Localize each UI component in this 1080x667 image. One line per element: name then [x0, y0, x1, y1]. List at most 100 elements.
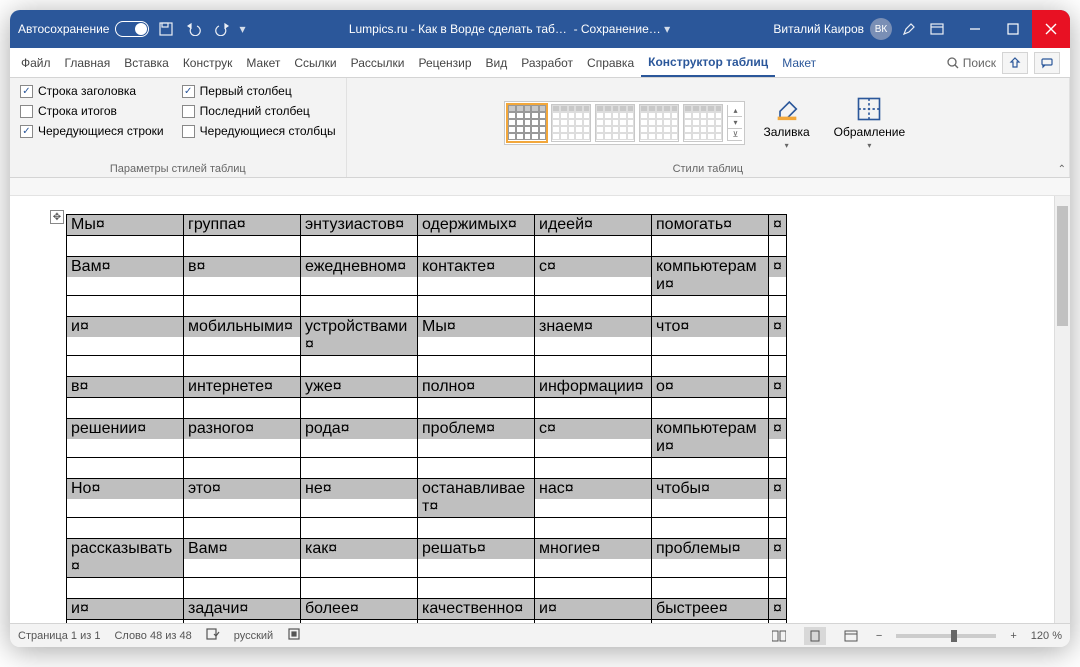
table-cell[interactable] — [184, 356, 300, 376]
chk-total-row[interactable]: Строка итогов — [20, 104, 164, 118]
tab-table-design[interactable]: Конструктор таблиц — [641, 48, 775, 77]
gallery-more-icon[interactable]: ⊻ — [728, 129, 742, 141]
table-cell[interactable]: не¤ — [301, 479, 417, 499]
table-cell[interactable] — [769, 296, 786, 316]
table-cell[interactable] — [418, 236, 534, 256]
chk-header-row[interactable]: ✓Строка заголовка — [20, 84, 164, 98]
tab-view[interactable]: Вид — [479, 48, 515, 77]
table-cell[interactable]: нас¤ — [535, 479, 651, 499]
table-cell[interactable] — [769, 458, 786, 478]
table-cell[interactable] — [301, 578, 417, 598]
table-cell[interactable]: с¤ — [535, 419, 651, 439]
table-cell[interactable]: ¤ — [769, 599, 786, 619]
borders-button[interactable]: Обрамление ▾ — [828, 91, 911, 154]
table-cell[interactable] — [67, 296, 183, 316]
table-cell[interactable] — [769, 518, 786, 538]
status-words[interactable]: Слово 48 из 48 — [114, 630, 191, 642]
tab-insert[interactable]: Вставка — [117, 48, 176, 77]
table-cell[interactable]: знаем¤ — [535, 317, 651, 337]
vertical-scrollbar[interactable] — [1054, 196, 1070, 623]
table-cell[interactable] — [184, 236, 300, 256]
table-cell[interactable] — [535, 356, 651, 376]
table-cell[interactable]: информации¤ — [535, 377, 651, 397]
table-cell[interactable]: качественно¤ — [418, 599, 534, 619]
tab-table-layout[interactable]: Макет — [775, 48, 823, 77]
table-cell[interactable] — [652, 296, 768, 316]
table-cell[interactable] — [67, 620, 183, 623]
style-thumb-2[interactable] — [551, 104, 591, 142]
table-cell[interactable]: Но¤ — [67, 479, 183, 499]
collapse-ribbon-icon[interactable]: ⌃ — [1058, 164, 1066, 175]
zoom-slider[interactable] — [896, 634, 996, 638]
table-cell[interactable] — [184, 398, 300, 418]
table-cell[interactable]: одержимых¤ — [418, 215, 534, 235]
table-cell[interactable] — [67, 458, 183, 478]
table-cell[interactable] — [652, 398, 768, 418]
zoom-in-icon[interactable]: + — [1010, 630, 1016, 642]
table-cell[interactable] — [418, 398, 534, 418]
table-cell[interactable]: компьютерами¤ — [652, 419, 768, 457]
style-thumb-1[interactable] — [507, 104, 547, 142]
table-cell[interactable] — [535, 398, 651, 418]
table-cell[interactable] — [301, 236, 417, 256]
redo-icon[interactable] — [211, 18, 233, 40]
table-cell[interactable]: Мы¤ — [418, 317, 534, 337]
ribbon-mode-icon[interactable] — [926, 18, 948, 40]
table-cell[interactable]: ¤ — [769, 317, 786, 337]
pen-icon[interactable] — [898, 18, 920, 40]
table-cell[interactable] — [652, 518, 768, 538]
tab-mail[interactable]: Рассылки — [344, 48, 412, 77]
search-box[interactable]: Поиск — [947, 56, 996, 70]
table-cell[interactable] — [184, 578, 300, 598]
close-button[interactable] — [1032, 10, 1070, 48]
status-page[interactable]: Страница 1 из 1 — [18, 630, 100, 642]
table-cell[interactable]: быстрее¤ — [652, 599, 768, 619]
table-cell[interactable] — [184, 620, 300, 623]
status-lang[interactable]: русский — [234, 630, 273, 642]
gallery-up-icon[interactable]: ▴ — [728, 105, 742, 117]
table-cell[interactable] — [535, 620, 651, 623]
table-cell[interactable]: что¤ — [652, 317, 768, 337]
tab-layout[interactable]: Макет — [239, 48, 287, 77]
table-cell[interactable] — [652, 236, 768, 256]
user-name[interactable]: Виталий Каиров — [773, 22, 864, 36]
table-cell[interactable]: помогать¤ — [652, 215, 768, 235]
table-cell[interactable] — [67, 236, 183, 256]
table-cell[interactable] — [418, 296, 534, 316]
table-cell[interactable]: в¤ — [67, 377, 183, 397]
table-cell[interactable] — [769, 398, 786, 418]
table-cell[interactable]: останавливает¤ — [418, 479, 534, 517]
table-cell[interactable]: проблем¤ — [418, 419, 534, 439]
style-thumb-4[interactable] — [639, 104, 679, 142]
table-cell[interactable]: с¤ — [535, 257, 651, 277]
table-cell[interactable]: энтузиастов¤ — [301, 215, 417, 235]
table-cell[interactable] — [652, 458, 768, 478]
spellcheck-icon[interactable] — [206, 627, 220, 644]
table-cell[interactable] — [418, 620, 534, 623]
gallery-down-icon[interactable]: ▾ — [728, 117, 742, 129]
undo-icon[interactable] — [183, 18, 205, 40]
table-cell[interactable]: решать¤ — [418, 539, 534, 559]
zoom-value[interactable]: 120 % — [1031, 630, 1062, 642]
table-cell[interactable]: как¤ — [301, 539, 417, 559]
view-web-icon[interactable] — [840, 627, 862, 645]
minimize-button[interactable] — [956, 10, 994, 48]
table-cell[interactable]: рассказывать¤ — [67, 539, 183, 577]
table-cell[interactable]: компьютерами¤ — [652, 257, 768, 295]
table-cell[interactable] — [418, 578, 534, 598]
table-cell[interactable] — [769, 578, 786, 598]
table-cell[interactable]: группа¤ — [184, 215, 300, 235]
table-cell[interactable]: о¤ — [652, 377, 768, 397]
chk-banded-cols[interactable]: Чередующиеся столбцы — [182, 124, 336, 138]
table-cell[interactable] — [67, 356, 183, 376]
comments-button[interactable] — [1034, 52, 1060, 74]
table-cell[interactable]: задачи¤ — [184, 599, 300, 619]
zoom-out-icon[interactable]: − — [876, 630, 882, 642]
table-cell[interactable] — [769, 356, 786, 376]
fill-button[interactable]: Заливка ▾ — [757, 91, 815, 154]
table-cell[interactable] — [535, 236, 651, 256]
tab-help[interactable]: Справка — [580, 48, 641, 77]
table-cell[interactable]: мобильными¤ — [184, 317, 300, 337]
table-cell[interactable]: ¤ — [769, 419, 786, 439]
table-cell[interactable] — [535, 296, 651, 316]
